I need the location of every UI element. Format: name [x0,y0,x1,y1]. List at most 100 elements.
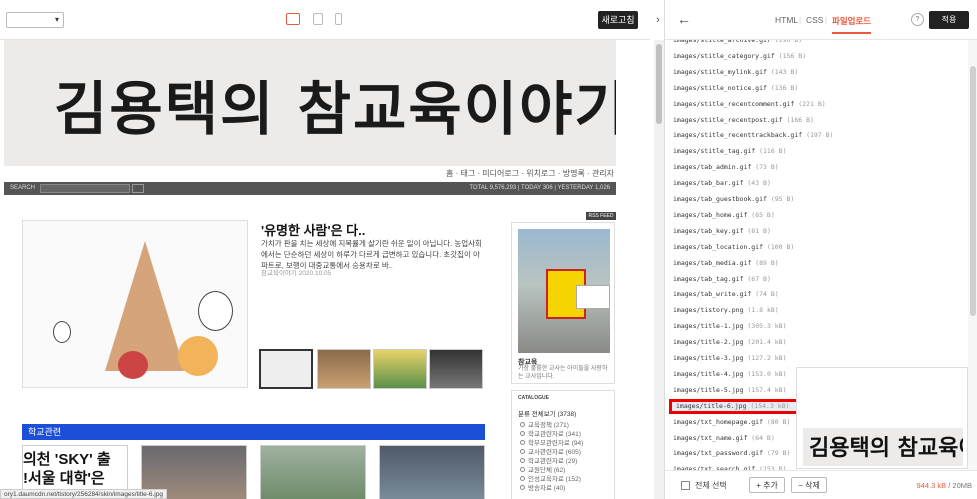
panel-footer: 전체 선택 + 추가 − 삭제 944.3 kB / 20MB [665,470,977,499]
add-file-button[interactable]: + 추가 [749,477,785,493]
thumbnail[interactable] [259,349,313,389]
storage-used: 944.3 kB [916,481,947,490]
expand-icon [520,467,525,472]
category-item[interactable]: 학부모관련자료 (94) [520,439,583,448]
expand-icon [520,449,525,454]
rss-feed-button[interactable]: RSS FEED [586,212,616,220]
file-size: (127.2 kB) [747,354,787,362]
file-name: images/tab_key.gif [673,226,744,235]
tab-css[interactable]: CSS [806,15,823,25]
preview-toolbar: ▾ 새로고침 [0,0,650,40]
file-size: (79 B) [766,449,791,458]
expand-icon [520,485,525,490]
file-size: (201.4 kB) [747,338,787,347]
file-item[interactable]: images/tab_home.gif (65 B) [669,208,829,223]
file-item[interactable]: images/stitle_archive.gif (190 B) [669,40,829,48]
cartoon-figure [118,351,148,379]
category-item[interactable]: 교육정책 (271) [520,421,583,430]
file-name: images/stitle_archive.gif [673,40,771,44]
back-arrow-icon[interactable]: ← [677,11,691,27]
file-size: (64 B) [751,433,775,442]
category-item[interactable]: 학교관련자료 (29) [520,457,583,466]
storage-usage: 944.3 kB / 20MB [917,481,972,490]
file-item[interactable]: images/tistory.png (1.8 kB) [669,303,829,318]
file-item[interactable]: images/tab_write.gif (74 B) [669,287,829,302]
scrollbar-thumb[interactable] [656,44,662,124]
category-item[interactable]: 교사관련자료 (605) [520,448,583,457]
catalogue-widget: CATALOGUE 분류 전체보기 (3738) 교육정책 (271) 학교관련… [511,390,615,499]
file-item[interactable]: images/stitle_notice.gif (136 B) [669,81,829,96]
file-item[interactable]: images/tab_tag.gif (67 B) [669,272,829,287]
file-name: images/tab_media.gif [673,258,752,267]
tab-html[interactable]: HTML [775,15,798,25]
category-item[interactable]: 인성교육자료 (152) [520,475,583,484]
file-item[interactable]: images/tab_guestbook.gif (95 B) [669,192,829,207]
skin-editor-panel: ← HTML | CSS | 파일업로드 ? 적용 images/stitle_… [664,0,977,499]
file-name: images/tistory.png [673,306,744,315]
file-size: (197 B) [806,131,834,140]
file-item[interactable]: images/tab_admin.gif (73 B) [669,160,829,175]
expand-icon [520,458,525,463]
file-item[interactable]: images/stitle_mylink.gif (143 B) [669,65,829,80]
refresh-button[interactable]: 새로고침 [598,11,638,29]
blog-search-input[interactable] [40,184,130,193]
school-post-thumb[interactable] [260,445,366,499]
post-title[interactable]: '유명한 사람'은 다.. [261,220,365,239]
file-name: images/title-2.jpg [673,338,744,347]
file-size: (136 B) [770,83,799,92]
apply-button[interactable]: 적용 [929,11,969,29]
post-cartoon-image[interactable] [22,220,248,388]
file-size: (65 B) [751,210,775,219]
category-list: 교육정책 (271) 학교관련자료 (341) 학부모관련자료 (94) 교사관… [520,421,583,493]
cartoon-figure [178,336,218,376]
file-item[interactable]: images/title-2.jpg (201.4 kB) [669,335,829,350]
skin-select[interactable]: ▾ [6,12,64,28]
file-name: images/stitle_recentpost.gif [673,115,783,124]
file-item[interactable]: images/tab_media.gif (89 B) [669,256,829,271]
section-header-school[interactable]: 학교관련 [22,424,485,440]
file-item[interactable]: images/title-1.jpg (305.3 kB) [669,319,829,334]
file-item[interactable]: images/tab_bar.gif (43 B) [669,176,829,191]
blog-searchbar: SEARCH TOTAL 9,576,293 | TODAY 306 | YES… [4,182,616,195]
blog-banner[interactable]: 김용택의 참교육이야기 [4,40,616,166]
file-item[interactable]: images/stitle_recentpost.gif (166 B) [669,113,829,128]
desktop-view-icon[interactable] [286,13,300,25]
blog-search-button[interactable] [132,184,144,193]
thumbnail[interactable] [373,349,427,389]
profile-photo[interactable] [518,229,610,353]
file-item[interactable]: images/stitle_tag.gif (116 B) [669,144,829,159]
file-name: images/tab_home.gif [673,210,748,219]
select-all-checkbox[interactable] [681,481,690,490]
school-post-thumb[interactable] [379,445,485,499]
category-item[interactable]: 교원단체 (62) [520,466,583,475]
file-size: (73 B) [755,163,779,172]
tablet-view-icon[interactable] [313,13,323,25]
file-item[interactable]: images/stitle_recenttrackback.gif (197 B… [669,128,833,143]
select-all-label[interactable]: 전체 선택 [695,480,727,491]
category-item[interactable]: 방송자료 (40) [520,484,583,493]
delete-file-button[interactable]: − 삭제 [791,477,827,493]
file-item[interactable]: images/stitle_recentcomment.gif (221 B) [669,97,829,112]
thumbnail[interactable] [317,349,371,389]
help-icon[interactable]: ? [911,13,924,26]
status-url: ory1.daumcdn.net/tistory/256284/skin/ima… [0,489,167,499]
file-name: images/stitle_category.gif [673,51,775,60]
file-size: (116 B) [759,147,787,156]
blog-nav[interactable]: 홈 · 태그 · 미디어로그 · 위치로그 · 방명록 · 관리자 [446,168,614,179]
file-item[interactable]: images/title-3.jpg (127.2 kB) [669,351,829,366]
tab-file-upload[interactable]: 파일업로드 [832,15,872,34]
file-item[interactable]: images/stitle_category.gif (156 B) [669,49,829,64]
file-item[interactable]: images/tab_location.gif (100 B) [669,240,829,255]
preview-scrollbar[interactable] [654,40,664,499]
file-list-scrollbar[interactable] [968,40,977,470]
category-all-link[interactable]: 분류 전체보기 (3738) [518,408,576,418]
scrollbar-thumb[interactable] [970,66,976,316]
file-item[interactable]: images/tab_key.gif (81 B) [669,224,829,239]
mobile-view-icon[interactable] [335,13,342,25]
visitor-stats: TOTAL 9,576,293 | TODAY 306 | YESTERDAY … [469,185,610,191]
file-preview-popup: 김용택의 참교육이야기 [796,367,968,469]
thumbnail[interactable] [429,349,483,389]
category-item[interactable]: 학교관련자료 (341) [520,430,583,439]
file-name: images/title-6.jpg [676,401,747,410]
blog-preview: 김용택의 참교육이야기 홈 · 태그 · 미디어로그 · 위치로그 · 방명록 … [0,40,664,499]
